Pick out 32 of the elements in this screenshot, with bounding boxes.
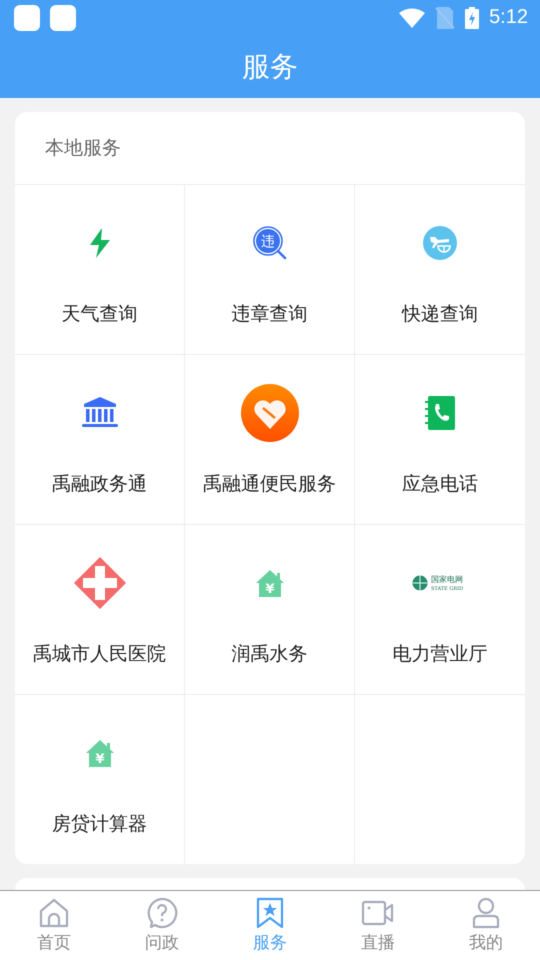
status-time: 5:12 (489, 6, 528, 29)
notification-icon (50, 4, 76, 30)
service-tile[interactable]: 禹融政务通 (15, 354, 185, 524)
battery-icon (465, 6, 480, 28)
notification-icon (14, 4, 40, 30)
wifi-icon (399, 8, 426, 28)
house-icon: ¥ (84, 738, 114, 768)
service-tile[interactable]: 天气查询 (15, 184, 185, 354)
home-icon (38, 897, 70, 929)
bookmark-star-icon (256, 897, 284, 929)
nav-tab[interactable]: 直播 (324, 891, 432, 960)
question-icon (146, 897, 178, 929)
service-tile[interactable]: ¥ 房贷计算器 (15, 694, 185, 864)
bank-icon (82, 397, 118, 429)
nav-tab[interactable]: 首页 (0, 891, 108, 960)
page-title: 服务 (242, 48, 298, 84)
phone-book-icon (425, 396, 455, 430)
service-tile[interactable]: 快递查询 (355, 184, 525, 354)
nav-tab[interactable]: 我的 (432, 891, 540, 960)
lightning-icon (88, 228, 110, 258)
section-title: 本地服务 (45, 136, 121, 161)
user-icon (471, 897, 501, 929)
medical-cross-icon (74, 557, 126, 609)
no-sim-icon (435, 6, 456, 28)
plane-globe-icon (423, 226, 457, 260)
service-tile[interactable]: ¥ 润禹水务 (185, 524, 355, 694)
service-tile[interactable]: 禹融通便民服务 (185, 354, 355, 524)
service-tile[interactable]: 违 违章查询 (185, 184, 355, 354)
house-icon: ¥ (254, 568, 284, 598)
service-tile[interactable]: 禹城市人民医院 (15, 524, 185, 694)
nav-tab[interactable]: 问政 (108, 891, 216, 960)
service-tile[interactable]: 应急电话 (355, 354, 525, 524)
